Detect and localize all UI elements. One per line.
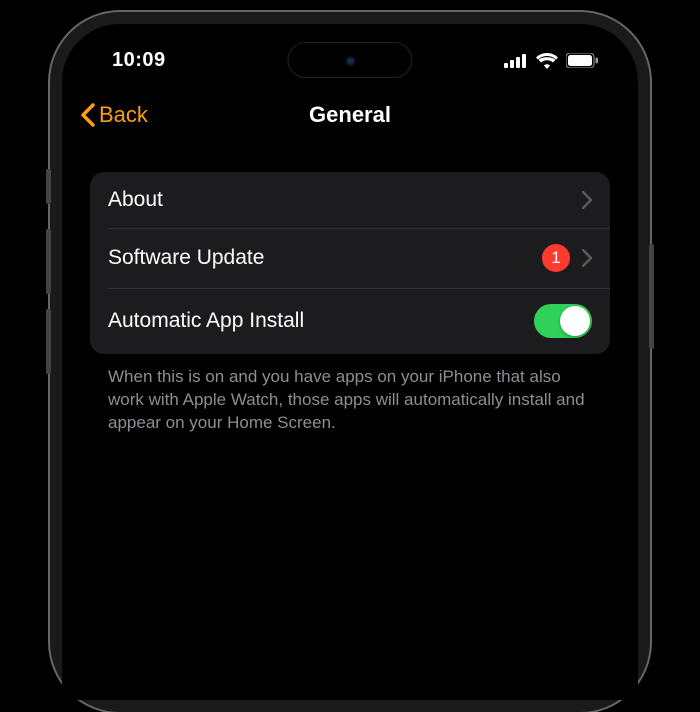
chevron-right-icon <box>582 191 592 209</box>
content: About Software Update 1 <box>62 142 638 435</box>
cellular-icon <box>504 54 528 68</box>
notification-badge: 1 <box>542 244 570 272</box>
row-label: Automatic App Install <box>108 309 304 333</box>
footer-text: When this is on and you have apps on you… <box>90 354 610 435</box>
row-label: About <box>108 188 163 212</box>
phone-frame: 10:09 Back General <box>50 12 650 712</box>
side-button <box>46 169 51 204</box>
page-title: General <box>309 102 391 128</box>
side-button <box>46 309 51 374</box>
side-button <box>649 244 654 349</box>
camera-icon <box>344 55 356 67</box>
nav-bar: Back General <box>62 88 638 142</box>
battery-icon <box>566 53 598 68</box>
settings-row-automatic-app-install: Automatic App Install <box>90 288 610 354</box>
phone-screen: 10:09 Back General <box>62 24 638 700</box>
wifi-icon <box>536 53 558 69</box>
settings-group: About Software Update 1 <box>90 172 610 354</box>
chevron-right-icon <box>582 249 592 267</box>
side-button <box>46 229 51 294</box>
back-label: Back <box>99 102 148 128</box>
toggle-knob <box>560 306 590 336</box>
settings-row-software-update[interactable]: Software Update 1 <box>90 228 610 288</box>
chevron-left-icon <box>80 103 95 127</box>
row-label: Software Update <box>108 246 264 270</box>
toggle-switch[interactable] <box>534 304 592 338</box>
back-button[interactable]: Back <box>80 102 148 128</box>
status-icons <box>504 53 598 69</box>
settings-row-about[interactable]: About <box>90 172 610 228</box>
row-accessory <box>582 191 592 209</box>
row-accessory <box>534 304 592 338</box>
status-time: 10:09 <box>112 49 166 72</box>
row-accessory: 1 <box>542 244 592 272</box>
dynamic-island <box>288 42 413 78</box>
